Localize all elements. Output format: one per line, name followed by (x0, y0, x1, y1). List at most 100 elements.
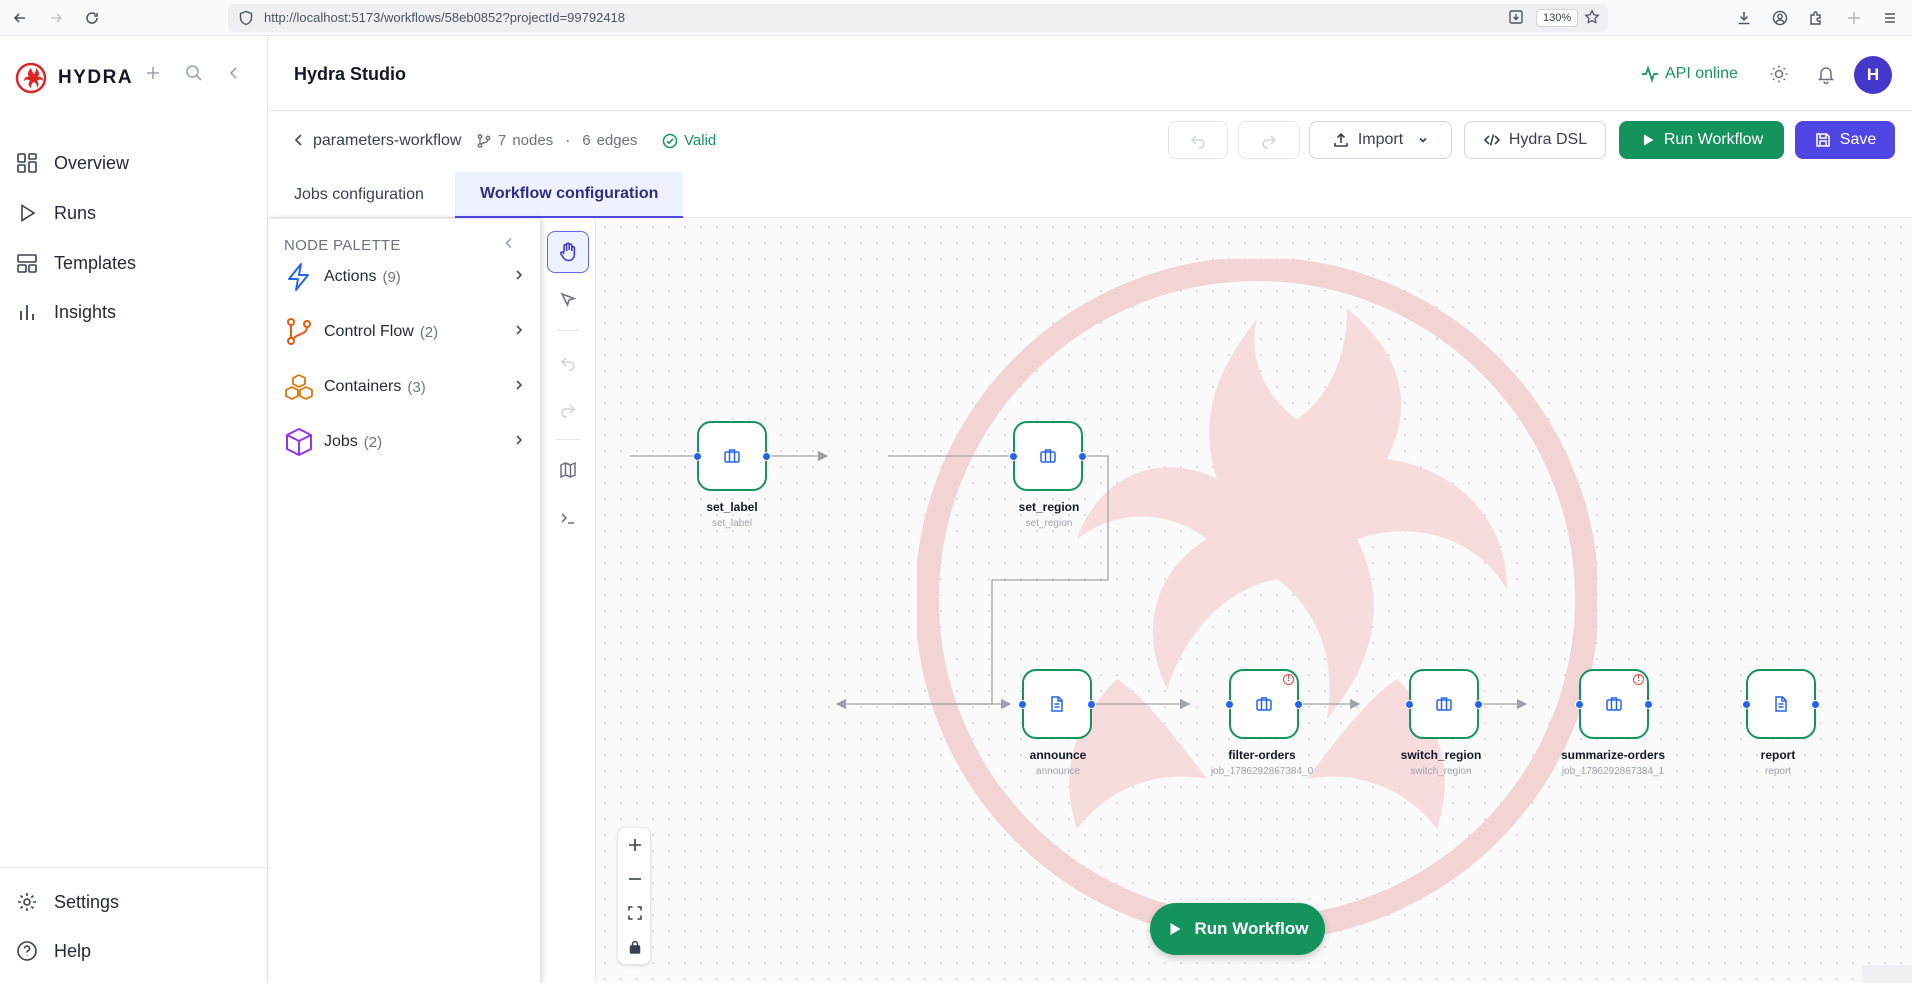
grid-icon (17, 153, 37, 173)
brand[interactable]: HYDRA (14, 61, 133, 95)
extensions-icon[interactable] (1804, 6, 1828, 30)
back-chevron-icon[interactable] (291, 131, 307, 149)
zoom-level[interactable]: 130% (1536, 9, 1579, 27)
tab-label: Workflow configuration (480, 185, 659, 202)
save-button[interactable]: Save (1795, 121, 1895, 159)
tab-jobs-configuration[interactable]: Jobs configuration (269, 172, 449, 218)
workflow-node[interactable] (693, 421, 771, 491)
input-handle[interactable] (693, 452, 702, 461)
nav-insights[interactable]: Insights (16, 294, 116, 330)
config-tabs: Jobs configuration Workflow configuratio… (269, 172, 1912, 218)
chevron-down-icon (1419, 137, 1427, 143)
input-handle[interactable] (1009, 452, 1018, 461)
valid-label: Valid (684, 132, 717, 149)
address-bar[interactable]: http://localhost:5173/workflows/58eb0852… (228, 4, 1608, 32)
install-app-icon[interactable] (1508, 9, 1524, 30)
edges-count: 6 (582, 132, 591, 149)
node-label: announce (1029, 748, 1087, 762)
avatar[interactable]: H (1854, 56, 1892, 94)
lock-button[interactable] (618, 930, 652, 964)
output-handle[interactable] (1078, 452, 1087, 461)
import-button[interactable]: Import (1309, 121, 1452, 159)
pan-tool-button[interactable] (547, 231, 589, 273)
collapse-sidebar-icon[interactable] (222, 61, 246, 85)
account-icon[interactable] (1768, 6, 1792, 30)
add-icon[interactable] (141, 61, 165, 85)
upload-icon (1334, 132, 1348, 147)
palette-item-containers[interactable]: Containers (3) (284, 367, 526, 407)
undo-button[interactable] (1168, 121, 1228, 159)
redo-button[interactable] (1238, 121, 1300, 159)
nav-help[interactable]: Help (16, 933, 91, 969)
workflow-node[interactable]: ! (1225, 669, 1303, 739)
run-workflow-button[interactable]: Run Workflow (1619, 121, 1784, 159)
canvas-undo-button[interactable] (547, 341, 589, 383)
canvas-redo-button[interactable] (547, 388, 589, 430)
lock-icon (629, 940, 641, 954)
output-handle[interactable] (1811, 700, 1820, 709)
forward-icon[interactable] (44, 6, 68, 30)
input-handle[interactable] (1742, 700, 1751, 709)
workflow-node[interactable] (1405, 669, 1483, 739)
site-info-icon[interactable] (238, 10, 254, 31)
output-handle[interactable] (1087, 700, 1096, 709)
palette-item-jobs[interactable]: Jobs (2) (284, 422, 526, 462)
new-tab-icon[interactable] (1842, 6, 1866, 30)
downloads-icon[interactable] (1732, 6, 1756, 30)
menu-icon[interactable] (1878, 6, 1902, 30)
reload-icon[interactable] (80, 6, 104, 30)
edge[interactable] (835, 455, 1109, 710)
workflow-node[interactable] (1742, 669, 1820, 739)
zoom-in-button[interactable] (618, 828, 652, 862)
bell-icon[interactable] (1815, 63, 1837, 85)
minimap-button[interactable] (547, 449, 589, 491)
output-handle[interactable] (1474, 700, 1483, 709)
run-workflow-floating-button[interactable]: Run Workflow (1150, 903, 1325, 955)
run-label: Run Workflow (1194, 919, 1309, 938)
node-sublabel: set_region (1025, 518, 1073, 529)
bookmark-star-icon[interactable] (1584, 9, 1600, 30)
document-icon (1775, 696, 1787, 712)
zoom-out-button[interactable] (618, 862, 652, 896)
theme-toggle-icon[interactable] (1768, 63, 1790, 85)
nav-templates[interactable]: Templates (16, 245, 136, 281)
tab-workflow-configuration[interactable]: Workflow configuration (455, 172, 684, 218)
palette-item-actions[interactable]: Actions (9) (284, 257, 526, 297)
nodes-count: 7 (498, 132, 507, 149)
workflow-node[interactable]: ! (1575, 669, 1653, 739)
import-label: Import (1357, 131, 1404, 148)
input-handle[interactable] (1405, 700, 1414, 709)
sidebar: HYDRA Overview Runs Templates Insights S… (0, 37, 268, 983)
nav-overview[interactable]: Overview (16, 145, 129, 181)
nav-runs[interactable]: Runs (16, 195, 96, 231)
fit-view-button[interactable] (618, 896, 652, 930)
input-handle[interactable] (1575, 700, 1584, 709)
nav-label: Runs (54, 202, 97, 223)
select-tool-button[interactable] (547, 279, 589, 321)
node-label: switch_region (1400, 748, 1482, 762)
edges-word: edges (596, 132, 638, 149)
palette-item-count: (2) (419, 323, 439, 341)
output-handle[interactable] (762, 452, 771, 461)
terminal-button[interactable] (547, 497, 589, 539)
undo-icon (560, 357, 575, 371)
input-handle[interactable] (1018, 700, 1027, 709)
output-handle[interactable] (1644, 700, 1653, 709)
output-handle[interactable] (1294, 700, 1303, 709)
plus-icon (629, 839, 641, 851)
help-icon (17, 941, 37, 961)
back-icon[interactable] (8, 6, 32, 30)
hydra-dsl-button[interactable]: Hydra DSL (1464, 121, 1606, 159)
palette-item-control-flow[interactable]: Control Flow (2) (284, 312, 526, 352)
canvas-toolstrip (540, 219, 596, 983)
workflow-name[interactable]: parameters-workflow (313, 132, 461, 150)
lightning-icon (284, 262, 314, 292)
briefcase-icon (1606, 697, 1622, 711)
workflow-canvas[interactable]: set_label set_label set_region set_regio… (597, 219, 1912, 983)
input-handle[interactable] (1225, 700, 1234, 709)
nav-settings[interactable]: Settings (16, 884, 119, 920)
search-icon[interactable] (182, 61, 206, 85)
workflow-node[interactable] (1009, 421, 1087, 491)
collapse-palette-icon[interactable] (501, 235, 517, 256)
workflow-node[interactable] (1018, 669, 1096, 739)
